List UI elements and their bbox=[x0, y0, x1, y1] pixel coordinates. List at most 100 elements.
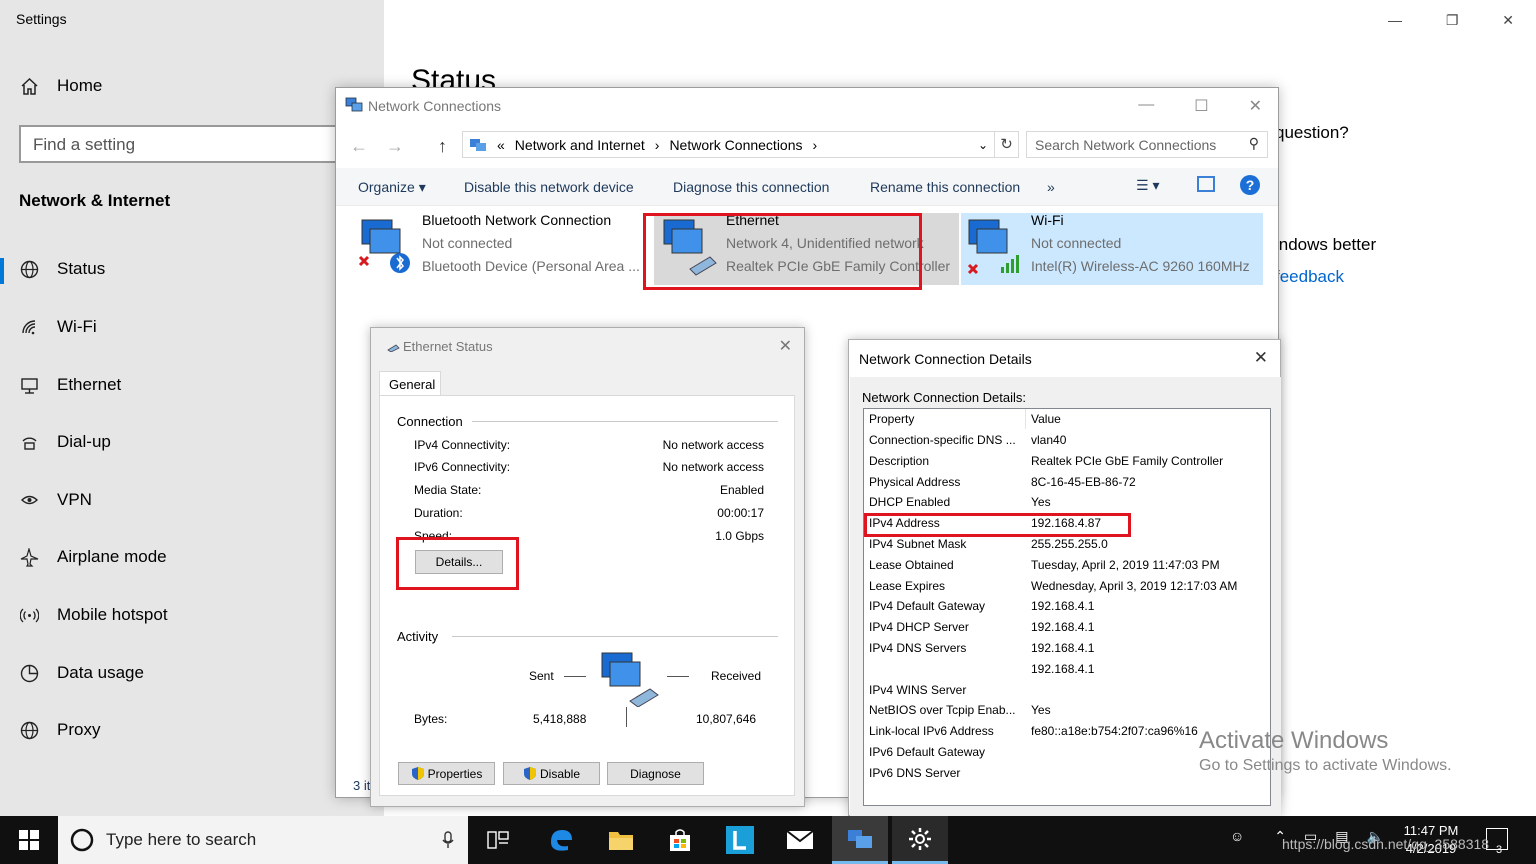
nav-label: Airplane mode bbox=[57, 547, 167, 566]
divider bbox=[472, 421, 778, 422]
close-icon[interactable]: ✕ bbox=[1502, 12, 1514, 29]
minimize-icon[interactable]: — bbox=[1388, 12, 1402, 28]
people-icon[interactable]: ☺ bbox=[1230, 828, 1244, 845]
rename-connection-button[interactable]: Rename this connection bbox=[870, 179, 1020, 195]
feedback-link[interactable]: feedback bbox=[1275, 267, 1344, 287]
action-center-button[interactable]: 3 bbox=[1486, 828, 1508, 856]
address-box[interactable]: « Network and Internet › Network Connect… bbox=[462, 131, 995, 158]
nav-item-proxy[interactable]: Proxy bbox=[20, 720, 100, 740]
disable-device-button[interactable]: Disable this network device bbox=[464, 179, 634, 195]
breadcrumb-overflow[interactable]: « bbox=[497, 137, 505, 153]
hotspot-icon bbox=[20, 608, 39, 622]
row-value: No network access bbox=[662, 460, 764, 474]
chevron-down-icon[interactable]: ⌄ bbox=[978, 138, 988, 152]
settings-taskbar-button[interactable] bbox=[892, 816, 948, 864]
details-row[interactable]: IPv4 WINS Server bbox=[869, 683, 1269, 704]
breadcrumb-item[interactable]: Network and Internet bbox=[515, 137, 645, 153]
header-property[interactable]: Property bbox=[869, 412, 1031, 433]
minimize-icon[interactable]: — bbox=[1138, 96, 1154, 116]
close-icon[interactable]: ✕ bbox=[779, 336, 792, 356]
microphone-icon[interactable] bbox=[442, 831, 454, 849]
details-row[interactable]: IPv4 Subnet Mask 255.255.255.0 bbox=[869, 537, 1269, 558]
preview-pane-icon[interactable] bbox=[1197, 176, 1215, 192]
find-setting-input[interactable]: Find a setting bbox=[19, 125, 364, 163]
store-button[interactable] bbox=[652, 816, 708, 864]
nav-item-dialup[interactable]: Dial-up bbox=[20, 432, 111, 452]
nav-item-data-usage[interactable]: Data usage bbox=[20, 663, 144, 683]
properties-button[interactable]: Properties bbox=[398, 762, 495, 785]
details-highlight-box bbox=[396, 537, 519, 590]
window-controls: — ☐ ✕ bbox=[1138, 96, 1262, 116]
home-icon bbox=[21, 77, 38, 95]
l-app-button[interactable] bbox=[712, 816, 768, 864]
connection-bluetooth[interactable]: Bluetooth Network Connection Not connect… bbox=[356, 212, 646, 283]
home-nav-item[interactable]: Home bbox=[20, 76, 102, 96]
nav-item-status[interactable]: Status bbox=[20, 259, 105, 279]
cortana-icon bbox=[70, 828, 94, 852]
connection-group-label: Connection bbox=[397, 414, 471, 429]
network-adapter-icon bbox=[358, 219, 410, 273]
diagnose-connection-button[interactable]: Diagnose this connection bbox=[673, 179, 829, 195]
nav-item-airplane[interactable]: Airplane mode bbox=[20, 547, 167, 567]
mail-button[interactable] bbox=[772, 816, 828, 864]
row-property: IPv6 Default Gateway bbox=[869, 745, 986, 759]
view-options-icon[interactable]: ☰ ▾ bbox=[1136, 177, 1159, 194]
details-row[interactable]: IPv4 Default Gateway 192.168.4.1 bbox=[869, 599, 1269, 620]
details-row[interactable]: IPv4 DHCP Server 192.168.4.1 bbox=[869, 620, 1269, 641]
edge-button[interactable] bbox=[533, 816, 589, 864]
more-commands-button[interactable]: » bbox=[1047, 179, 1055, 195]
control-panel-icon bbox=[470, 138, 486, 151]
details-row[interactable]: NetBIOS over Tcpip Enab... Yes bbox=[869, 703, 1269, 724]
restore-icon[interactable]: ❐ bbox=[1446, 12, 1459, 29]
status-row: IPv6 Connectivity: No network access bbox=[414, 460, 764, 474]
notification-count: 3 bbox=[1495, 844, 1503, 856]
activate-windows-subtitle: Go to Settings to activate Windows. bbox=[1199, 757, 1452, 774]
up-icon[interactable]: ↑ bbox=[438, 136, 447, 157]
header-value[interactable]: Value bbox=[1031, 412, 1061, 433]
task-view-button[interactable] bbox=[470, 816, 526, 864]
bytes-label: Bytes: bbox=[414, 712, 448, 726]
details-row[interactable]: IPv4 DNS Servers 192.168.4.1 bbox=[869, 641, 1269, 662]
diagnose-button[interactable]: Diagnose bbox=[607, 762, 704, 785]
row-property: Lease Obtained bbox=[869, 557, 954, 572]
row-value: Realtek PCIe GbE Family Controller bbox=[1031, 453, 1224, 468]
nav-active-indicator bbox=[0, 258, 4, 284]
nav-item-wifi[interactable]: Wi-Fi bbox=[20, 317, 97, 337]
nav-item-ethernet[interactable]: Ethernet bbox=[20, 375, 121, 395]
nav-item-hotspot[interactable]: Mobile hotspot bbox=[20, 605, 168, 625]
row-property: IPv4 DNS Servers bbox=[869, 641, 967, 655]
settings-window-title: Settings bbox=[16, 11, 67, 27]
search-placeholder: Type here to search bbox=[106, 830, 257, 849]
row-value: Yes bbox=[1031, 703, 1051, 718]
network-connections-taskbar-button[interactable] bbox=[832, 816, 888, 864]
search-input[interactable]: Search Network Connections ⚲ bbox=[1026, 131, 1268, 158]
close-icon[interactable]: ✕ bbox=[1249, 96, 1262, 116]
refresh-button[interactable]: ↻ bbox=[995, 131, 1019, 158]
forward-icon[interactable]: → bbox=[386, 136, 404, 157]
disable-button[interactable]: Disable bbox=[503, 762, 600, 785]
details-row[interactable]: Lease Expires Wednesday, April 3, 2019 12… bbox=[869, 579, 1269, 600]
close-icon[interactable]: ✕ bbox=[1254, 348, 1268, 368]
row-value: 255.255.255.0 bbox=[1031, 537, 1108, 551]
help-icon[interactable]: ? bbox=[1240, 175, 1260, 195]
maximize-icon[interactable]: ☐ bbox=[1194, 96, 1208, 116]
details-row[interactable]: Connection-specific DNS ... vlan40 bbox=[869, 433, 1269, 454]
nav-label: Mobile hotspot bbox=[57, 605, 168, 624]
nav-item-vpn[interactable]: VPN bbox=[20, 490, 92, 510]
breadcrumb-item[interactable]: Network Connections bbox=[669, 137, 802, 153]
taskbar-search[interactable]: Type here to search bbox=[58, 816, 468, 864]
connection-name: Bluetooth Network Connection bbox=[422, 212, 612, 228]
start-button[interactable] bbox=[0, 816, 58, 864]
file-explorer-button[interactable] bbox=[593, 816, 649, 864]
details-row[interactable]: 192.168.4.1 bbox=[869, 662, 1269, 683]
tab-general[interactable]: General bbox=[379, 371, 441, 396]
details-row[interactable]: Description Realtek PCIe GbE Family Contr… bbox=[869, 454, 1269, 475]
row-key: IPv6 Connectivity: bbox=[414, 460, 511, 474]
connection-wifi[interactable]: Wi-Fi Not connected Intel(R) Wireless-AC… bbox=[961, 212, 1263, 285]
details-row[interactable]: Lease Obtained Tuesday, April 2, 2019 11:… bbox=[869, 558, 1269, 579]
organize-button[interactable]: Organize ▾ bbox=[358, 179, 426, 196]
details-row[interactable]: Physical Address 8C-16-45-EB-86-72 bbox=[869, 475, 1269, 496]
back-icon[interactable]: ← bbox=[350, 136, 368, 157]
network-connections-icon bbox=[345, 97, 363, 112]
row-property: Lease Expires bbox=[869, 578, 946, 593]
